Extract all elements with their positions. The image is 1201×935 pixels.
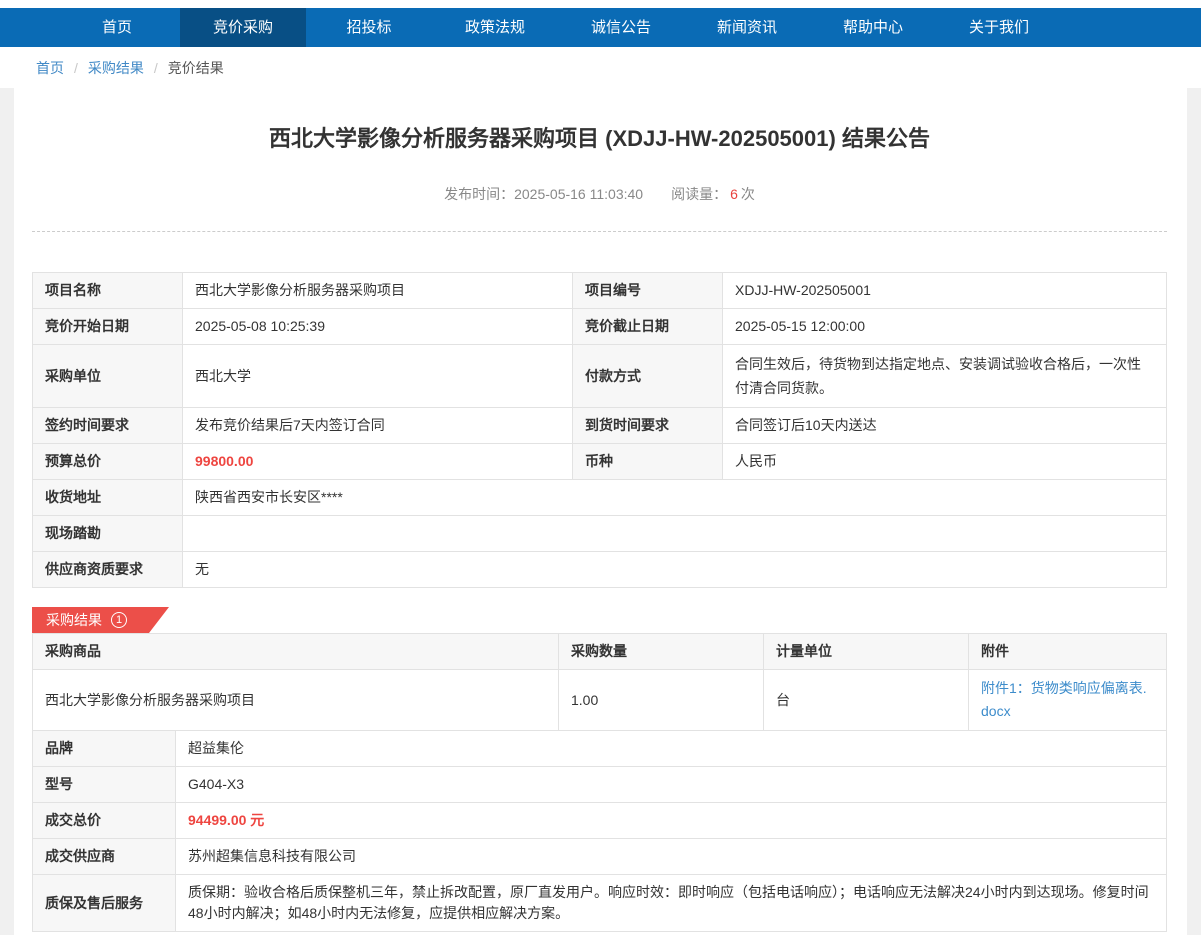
label-cell: 采购单位: [33, 345, 183, 408]
views-count: 6: [730, 186, 738, 202]
breadcrumb-home[interactable]: 首页: [36, 58, 64, 78]
label-cell: 现场踏勘: [33, 516, 183, 552]
label-cell: 成交供应商: [33, 839, 176, 875]
breadcrumb-separator: /: [154, 60, 158, 76]
value-cell: 陕西省西安市长安区****: [183, 480, 1167, 516]
value-cell: 发布竞价结果后7天内签订合同: [183, 408, 573, 444]
info-row-project-name: 项目名称 西北大学影像分析服务器采购项目 项目编号 XDJJ-HW-202505…: [33, 273, 1167, 309]
label-cell: 供应商资质要求: [33, 552, 183, 588]
value-cell: 人民币: [723, 444, 1167, 480]
label-cell: 竞价截止日期: [573, 309, 723, 345]
page-background: 西北大学影像分析服务器采购项目 (XDJJ-HW-202505001) 结果公告…: [0, 88, 1201, 935]
publish-time-label: 发布时间：: [444, 186, 514, 202]
views-label: 阅读量：: [671, 186, 727, 202]
final-price-value: 94499.00 元: [176, 803, 1167, 839]
result-detail-table: 品牌 超益集伦 型号 G404-X3 成交总价 94499.00 元 成交供应商…: [32, 730, 1167, 932]
result-product-row: 西北大学影像分析服务器采购项目 1.00 台 附件1：货物类响应偏离表.docx: [33, 670, 1167, 731]
label-cell: 品牌: [33, 731, 176, 767]
value-cell: 2025-05-08 10:25:39: [183, 309, 573, 345]
page-title: 西北大学影像分析服务器采购项目 (XDJJ-HW-202505001) 结果公告: [32, 124, 1167, 154]
unit-cell: 台: [764, 670, 969, 731]
label-cell: 币种: [573, 444, 723, 480]
quantity-cell: 1.00: [559, 670, 764, 731]
attachment-link[interactable]: 附件1：货物类响应偏离表.docx: [981, 677, 1154, 723]
breadcrumb-separator: /: [74, 60, 78, 76]
label-cell: 竞价开始日期: [33, 309, 183, 345]
value-cell: 2025-05-15 12:00:00: [723, 309, 1167, 345]
info-row-budget-currency: 预算总价 99800.00 币种 人民币: [33, 444, 1167, 480]
article-meta: 发布时间：2025-05-16 11:03:40 阅读量：6次: [32, 184, 1167, 204]
result-table-header-row: 采购商品 采购数量 计量单位 附件: [33, 634, 1167, 670]
value-cell: G404-X3: [176, 767, 1167, 803]
nav-item-integrity-notices[interactable]: 诚信公告: [558, 8, 684, 47]
nav-item-home[interactable]: 首页: [54, 8, 180, 47]
value-cell: 超益集伦: [176, 731, 1167, 767]
detail-row-warranty: 质保及售后服务 质保期：验收合格后质保整机三年，禁止拆改配置，原厂直发用户。响应…: [33, 875, 1167, 932]
header-cell-attachment: 附件: [969, 634, 1167, 670]
breadcrumb-procurement-results[interactable]: 采购结果: [88, 58, 144, 78]
nav-item-tendering[interactable]: 招投标: [306, 8, 432, 47]
breadcrumb: 首页 / 采购结果 / 竞价结果: [0, 47, 1201, 88]
detail-row-winning-supplier: 成交供应商 苏州超集信息科技有限公司: [33, 839, 1167, 875]
info-row-supplier-qualification: 供应商资质要求 无: [33, 552, 1167, 588]
label-cell: 质保及售后服务: [33, 875, 176, 932]
detail-row-brand: 品牌 超益集伦: [33, 731, 1167, 767]
label-cell: 预算总价: [33, 444, 183, 480]
label-cell: 项目编号: [573, 273, 723, 309]
label-cell: 项目名称: [33, 273, 183, 309]
label-cell: 签约时间要求: [33, 408, 183, 444]
value-cell: 无: [183, 552, 1167, 588]
publish-time-value: 2025-05-16 11:03:40: [514, 186, 643, 202]
nav-item-policies[interactable]: 政策法规: [432, 8, 558, 47]
value-cell: 合同签订后10天内送达: [723, 408, 1167, 444]
project-info-table: 项目名称 西北大学影像分析服务器采购项目 项目编号 XDJJ-HW-202505…: [32, 272, 1167, 588]
header-cell-unit: 计量单位: [764, 634, 969, 670]
detail-row-final-price: 成交总价 94499.00 元: [33, 803, 1167, 839]
header-cell-quantity: 采购数量: [559, 634, 764, 670]
main-nav: 首页 竞价采购 招投标 政策法规 诚信公告 新闻资讯 帮助中心 关于我们: [0, 8, 1201, 47]
label-cell: 到货时间要求: [573, 408, 723, 444]
label-cell: 成交总价: [33, 803, 176, 839]
nav-item-news[interactable]: 新闻资讯: [684, 8, 810, 47]
value-cell: 西北大学影像分析服务器采购项目: [183, 273, 573, 309]
info-row-signing-delivery: 签约时间要求 发布竞价结果后7天内签订合同 到货时间要求 合同签订后10天内送达: [33, 408, 1167, 444]
value-cell: XDJJ-HW-202505001: [723, 273, 1167, 309]
info-row-delivery-address: 收货地址 陕西省西安市长安区****: [33, 480, 1167, 516]
header-cell-product: 采购商品: [33, 634, 559, 670]
info-row-dates: 竞价开始日期 2025-05-08 10:25:39 竞价截止日期 2025-0…: [33, 309, 1167, 345]
label-cell: 付款方式: [573, 345, 723, 408]
breadcrumb-bidding-results: 竞价结果: [168, 58, 224, 78]
announcement-card: 西北大学影像分析服务器采购项目 (XDJJ-HW-202505001) 结果公告…: [14, 88, 1187, 935]
info-row-buyer-payment: 采购单位 西北大学 付款方式 合同生效后，待货物到达指定地点、安装调试验收合格后…: [33, 345, 1167, 408]
product-name-cell: 西北大学影像分析服务器采购项目: [33, 670, 559, 731]
views-unit: 次: [741, 186, 755, 202]
nav-item-help-center[interactable]: 帮助中心: [810, 8, 936, 47]
attachment-cell: 附件1：货物类响应偏离表.docx: [969, 670, 1167, 731]
budget-price-value: 99800.00: [183, 444, 573, 480]
value-cell: 合同生效后，待货物到达指定地点、安装调试验收合格后，一次性付清合同货款。: [723, 345, 1167, 408]
dashed-divider: [32, 231, 1167, 232]
result-badge-label: 采购结果: [46, 610, 102, 630]
label-cell: 收货地址: [33, 480, 183, 516]
detail-row-model: 型号 G404-X3: [33, 767, 1167, 803]
result-badge-count: 1: [111, 612, 127, 628]
result-badge: 采购结果 1: [32, 607, 169, 633]
value-cell: 苏州超集信息科技有限公司: [176, 839, 1167, 875]
nav-item-bidding-procurement[interactable]: 竞价采购: [180, 8, 306, 47]
info-row-site-survey: 现场踏勘: [33, 516, 1167, 552]
value-cell: 质保期：验收合格后质保整机三年，禁止拆改配置，原厂直发用户。响应时效：即时响应（…: [176, 875, 1167, 932]
nav-item-about-us[interactable]: 关于我们: [936, 8, 1062, 47]
top-strip: [0, 0, 1201, 8]
value-cell: 西北大学: [183, 345, 573, 408]
result-table: 采购商品 采购数量 计量单位 附件 西北大学影像分析服务器采购项目 1.00 台…: [32, 633, 1167, 731]
value-cell: [183, 516, 1167, 552]
label-cell: 型号: [33, 767, 176, 803]
